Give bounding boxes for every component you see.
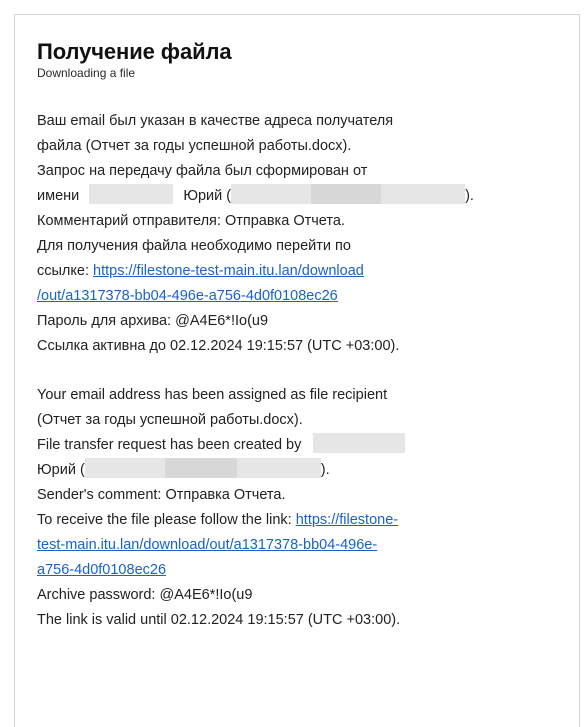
ru-line-recipient: Ваш email был указан в качестве адреса п… [37, 113, 394, 129]
en-line-request: File transfer request has been created b… [37, 433, 569, 458]
en-download-link-part1[interactable]: https://filestone- [296, 512, 398, 528]
en-request-text: File transfer request has been created b… [37, 437, 302, 453]
en-link-prefix: To receive the file please follow the li… [37, 512, 296, 528]
email-subtitle: Downloading a file [37, 66, 136, 80]
en-line-file: (Отчет за годы успешной работы.docx). [37, 412, 303, 428]
en-line-password: Archive password: @A4E6*!Io(u9 [37, 587, 253, 603]
en-sender-name: Юрий ( [37, 462, 85, 478]
ru-sender-name: Юрий ( [183, 188, 232, 204]
ru-line-instruction: Для получения файла необходимо перейти п… [37, 238, 351, 254]
en-download-link-part2[interactable]: test-main.itu.lan/download/out/a1317378-… [37, 537, 377, 553]
ru-sender-prefix: имени [37, 188, 80, 204]
ru-line-link: ссылке: https://filestone-test-main.itu.… [37, 259, 569, 284]
ru-line-request: Запрос на передачу файла был сформирован… [37, 163, 368, 179]
en-line-instruction: To receive the file please follow the li… [37, 508, 569, 533]
ru-line-comment: Комментарий отправителя: Отправка Отчета… [37, 213, 345, 229]
ru-download-link-part2[interactable]: /out/a1317378-bb04-496e-a756-4d0f0108ec2… [37, 288, 338, 304]
russian-message: Ваш email был указан в качестве адреса п… [37, 109, 569, 359]
redacted-email-part1 [231, 184, 312, 204]
en-line-recipient: Your email address has been assigned as … [37, 387, 388, 403]
ru-line-sender: имени Юрий (). [37, 184, 569, 209]
email-content: Получение файла Downloading a file Ваш e… [37, 39, 569, 633]
redacted-sender-name [313, 433, 406, 453]
en-line-sender: Юрий (). [37, 458, 569, 483]
redacted-surname [89, 184, 174, 204]
en-line-comment: Sender's comment: Отправка Отчета. [37, 487, 286, 503]
redacted-email-part2 [164, 458, 237, 478]
ru-line-expiry: Ссылка активна до 02.12.2024 19:15:57 (U… [37, 338, 400, 354]
redacted-email-part1 [84, 458, 165, 478]
en-sender-suffix: ). [320, 462, 330, 478]
ru-line-password: Пароль для архива: @A4E6*!Io(u9 [37, 313, 269, 329]
redacted-email-part3 [381, 184, 466, 204]
en-line-expiry: The link is valid until 02.12.2024 19:15… [37, 612, 401, 628]
ru-line-file: файла (Отчет за годы успешной работы.doc… [37, 138, 352, 154]
en-line-link-end: a756-4d0f0108ec26 [37, 558, 569, 583]
email-card: Получение файла Downloading a file Ваш e… [14, 14, 580, 727]
en-download-link-part3[interactable]: a756-4d0f0108ec26 [37, 562, 166, 578]
en-line-link-continued: test-main.itu.lan/download/out/a1317378-… [37, 533, 569, 558]
redacted-email-part3 [236, 458, 321, 478]
ru-sender-suffix: ). [465, 188, 474, 204]
email-title: Получение файла [37, 39, 232, 64]
ru-line-link-continued: /out/a1317378-bb04-496e-a756-4d0f0108ec2… [37, 284, 569, 309]
ru-link-prefix: ссылке: [37, 263, 94, 279]
english-message: Your email address has been assigned as … [37, 383, 569, 633]
redacted-email-part2 [311, 184, 382, 204]
ru-download-link-part1[interactable]: https://filestone-test-main.itu.lan/down… [93, 263, 364, 279]
